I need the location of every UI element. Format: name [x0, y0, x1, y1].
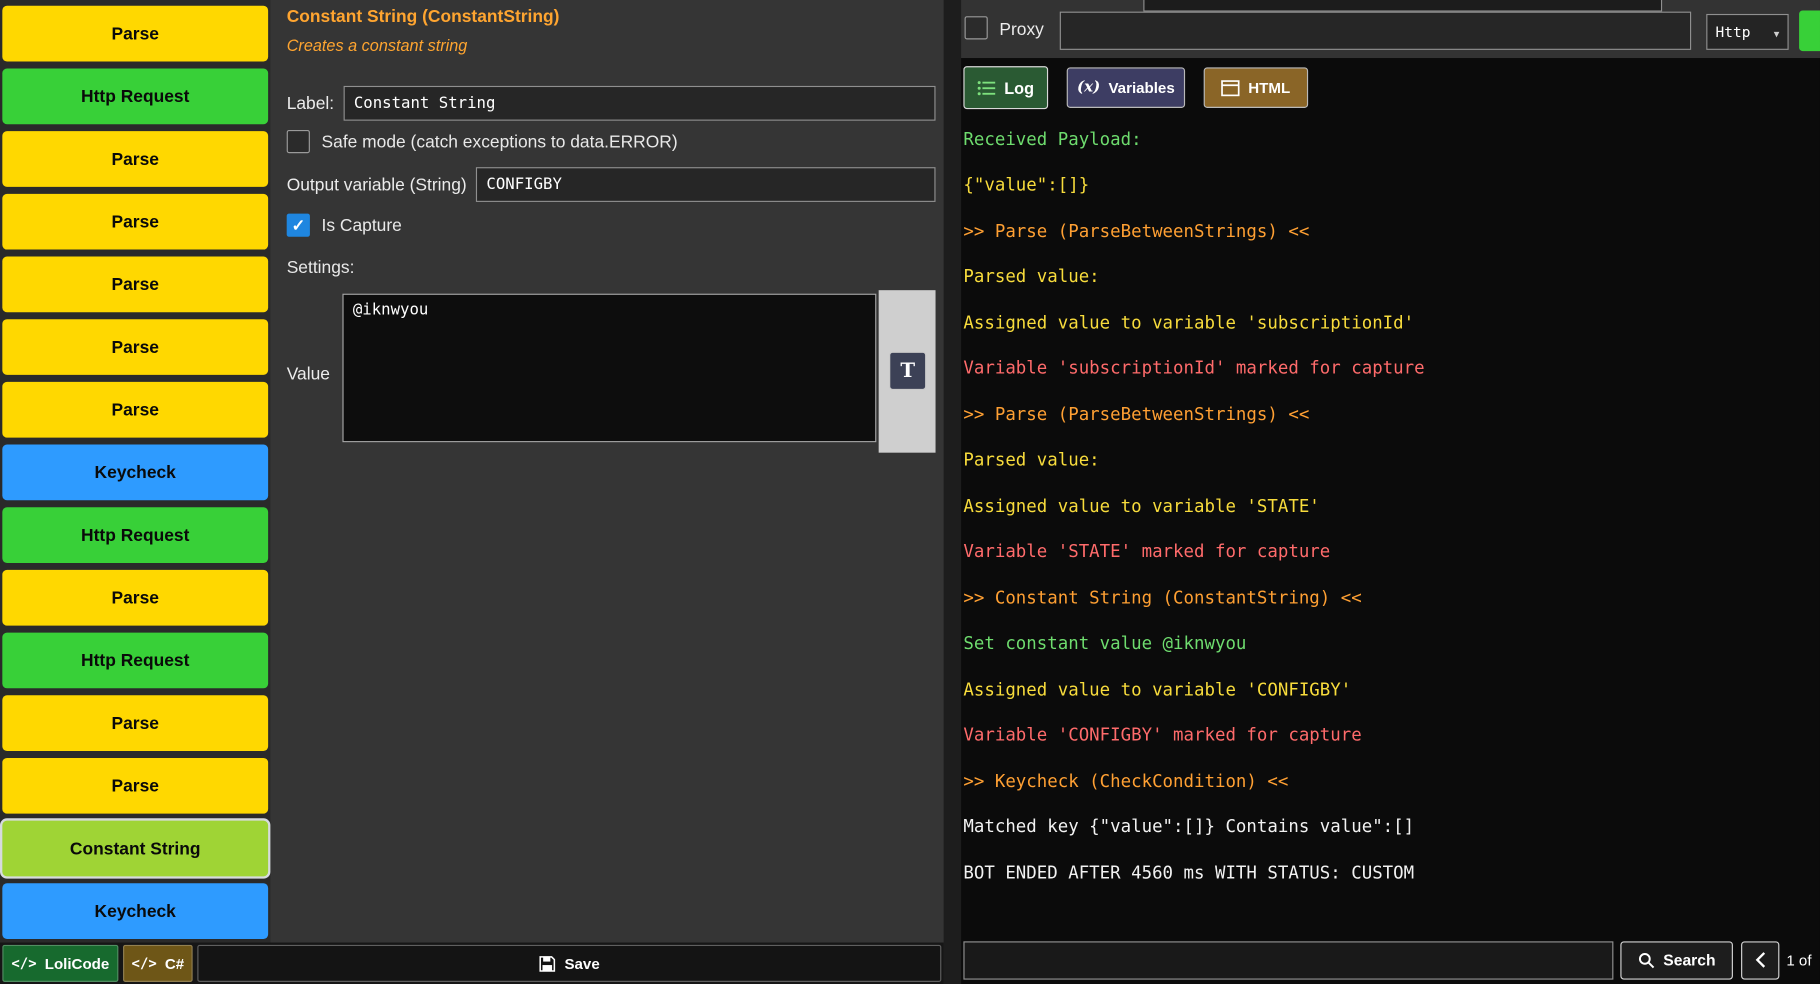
proxy-label: Proxy — [999, 20, 1044, 40]
log-search-input[interactable] — [963, 941, 1613, 979]
stack-block[interactable]: Parse — [2, 570, 268, 626]
output-variable-label: Output variable (String) — [287, 175, 467, 195]
debugger-tabs: Log (x) Variables HTML — [963, 66, 1308, 109]
previous-match-button[interactable] — [1741, 941, 1779, 979]
stack-block[interactable]: Parse — [2, 758, 268, 814]
csharp-button[interactable]: </> C# — [123, 945, 193, 982]
editor-mode-strip: T — [879, 290, 936, 452]
stack-block[interactable]: Parse — [2, 695, 268, 751]
log-line: {"value":[]} — [963, 162, 1810, 208]
log-line: Assigned value to variable 'CONFIGBY' — [963, 666, 1810, 712]
log-line: >> Parse (ParseBetweenStrings) << — [963, 208, 1810, 254]
is-capture-row: Is Capture — [287, 212, 402, 238]
log-line: Matched key {"value":[]} Contains value"… — [963, 804, 1810, 850]
chevron-down-icon — [1774, 23, 1780, 40]
value-field-label: Value — [287, 364, 330, 384]
text-mode-button[interactable]: T — [889, 352, 926, 390]
proxy-type-value: Http — [1716, 23, 1751, 40]
block-description: Creates a constant string — [287, 36, 468, 55]
is-capture-checkbox[interactable] — [287, 214, 310, 237]
output-variable-row: Output variable (String) — [287, 167, 936, 202]
stack-block[interactable]: Parse — [2, 319, 268, 375]
stack-block[interactable]: Constant String — [2, 821, 268, 877]
output-variable-input[interactable] — [476, 167, 936, 202]
save-button[interactable]: Save — [197, 945, 941, 982]
block-stack-sidebar: Parse Http Request Parse Parse Parse Parse Par… — [0, 0, 270, 984]
value-textarea[interactable]: @iknwyou — [342, 294, 876, 443]
safe-mode-label: Safe mode (catch exceptions to data.ERRO… — [322, 132, 678, 152]
log-line: Received Payload: — [963, 116, 1810, 162]
log-tab-button[interactable]: Log — [963, 66, 1048, 109]
log-line: >> Parse (ParseBetweenStrings) << — [963, 391, 1810, 437]
stack-block[interactable]: Parse — [2, 257, 268, 313]
lolicode-button[interactable]: </> LoliCode — [2, 945, 118, 982]
stacker-app: Parse Http Request Parse Parse Parse Parse Par… — [0, 0, 1820, 984]
html-tab-button[interactable]: HTML — [1204, 67, 1308, 108]
stack-block[interactable]: Keycheck — [2, 883, 268, 939]
test-data-input[interactable] — [1143, 0, 1662, 12]
search-button-label: Search — [1663, 951, 1715, 968]
code-icon: </> — [11, 955, 36, 971]
log-line: Variable 'subscriptionId' marked for cap… — [963, 345, 1810, 391]
debugger-toolbar: Proxy Http — [961, 0, 1820, 58]
search-button[interactable]: Search — [1620, 941, 1733, 979]
log-line: Parsed value: — [963, 437, 1810, 483]
html-tab-label: HTML — [1248, 79, 1290, 96]
log-output: Received Payload:{"value":[]}>> Parse (P… — [963, 116, 1810, 895]
label-field-row: Label: — [287, 86, 936, 121]
log-line: Assigned value to variable 'STATE' — [963, 483, 1810, 529]
stack-block[interactable]: Http Request — [2, 68, 268, 124]
csharp-button-label: C# — [165, 955, 184, 972]
label-input[interactable] — [343, 86, 935, 121]
code-icon: </> — [132, 955, 157, 971]
floppy-icon — [539, 955, 556, 972]
search-pager: 1 of — [1786, 951, 1811, 968]
variables-icon: (x) — [1077, 79, 1100, 96]
browser-window-icon — [1222, 80, 1241, 96]
label-field-label: Label: — [287, 93, 334, 113]
search-icon — [1638, 951, 1655, 968]
stack-block[interactable]: Keycheck — [2, 445, 268, 501]
start-button-partial[interactable] — [1799, 10, 1820, 51]
block-title: Constant String (ConstantString) — [287, 7, 560, 27]
stacker-footer: </> LoliCode </> C# Save — [0, 942, 944, 984]
log-line: >> Keycheck (CheckCondition) << — [963, 758, 1810, 804]
log-line: Set constant value @iknwyou — [963, 620, 1810, 666]
log-search-bar: Search 1 of — [963, 940, 1820, 979]
debugger-panel: Proxy Http Log (x) V — [961, 0, 1820, 984]
save-button-label: Save — [564, 955, 599, 972]
variables-tab-button[interactable]: (x) Variables — [1067, 67, 1185, 108]
stack-block[interactable]: Parse — [2, 382, 268, 438]
block-settings-panel: Constant String (ConstantString) Creates… — [270, 0, 943, 942]
log-tab-label: Log — [1004, 78, 1034, 97]
log-line: >> Constant String (ConstantString) << — [963, 575, 1810, 621]
settings-section-label: Settings: — [287, 258, 355, 278]
log-line: Variable 'STATE' marked for capture — [963, 529, 1810, 575]
proxy-type-dropdown[interactable]: Http — [1706, 14, 1788, 50]
log-line: Parsed value: — [963, 254, 1810, 300]
is-capture-label: Is Capture — [322, 215, 402, 235]
variables-tab-label: Variables — [1108, 79, 1174, 96]
log-list-icon — [978, 80, 997, 96]
chevron-left-icon — [1754, 952, 1766, 968]
stack-block[interactable]: Parse — [2, 131, 268, 187]
panel-splitter[interactable] — [944, 0, 961, 984]
stack-block[interactable]: Http Request — [2, 507, 268, 563]
log-line: Variable 'CONFIGBY' marked for capture — [963, 712, 1810, 758]
safe-mode-row: Safe mode (catch exceptions to data.ERRO… — [287, 129, 678, 155]
proxy-checkbox[interactable] — [965, 16, 988, 39]
stack-block[interactable]: Http Request — [2, 633, 268, 689]
proxy-input[interactable] — [1060, 12, 1691, 50]
log-line: BOT ENDED AFTER 4560 ms WITH STATUS: CUS… — [963, 850, 1810, 896]
lolicode-button-label: LoliCode — [45, 955, 110, 972]
stack-block[interactable]: Parse — [2, 194, 268, 250]
log-line: Assigned value to variable 'subscription… — [963, 299, 1810, 345]
stack-block[interactable]: Parse — [2, 6, 268, 62]
safe-mode-checkbox[interactable] — [287, 130, 310, 153]
